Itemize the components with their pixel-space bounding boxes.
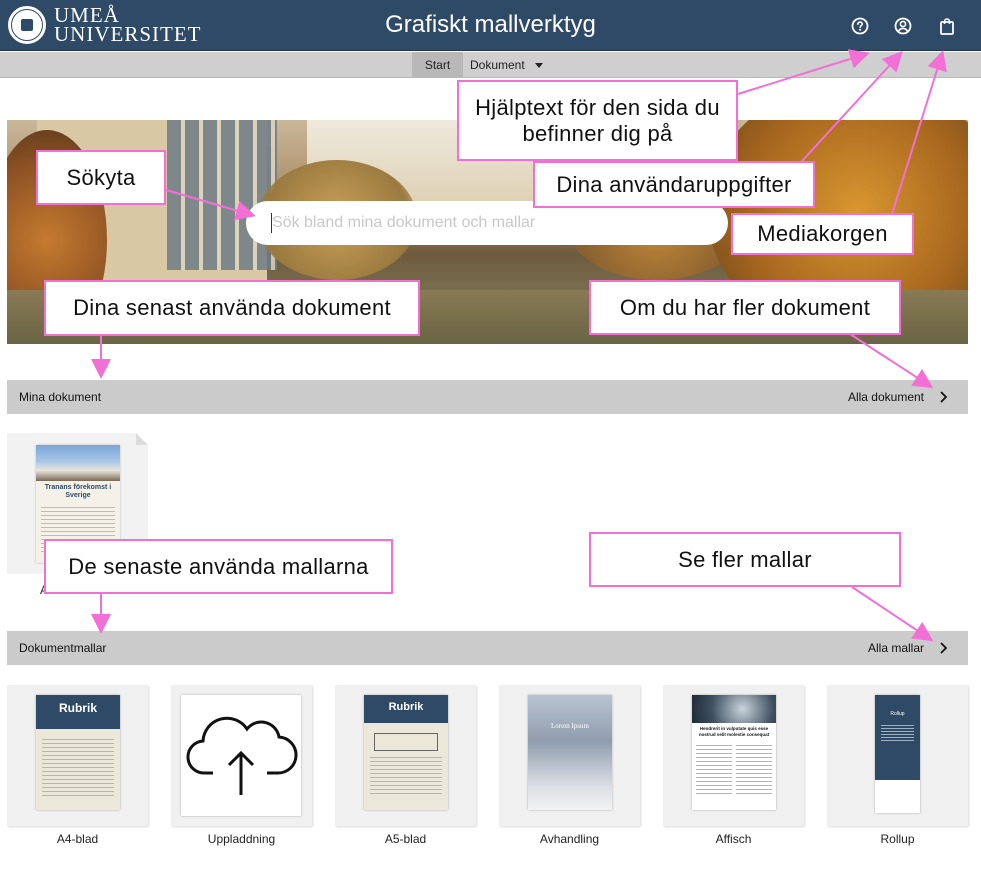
template-card-thesis[interactable]: Lorem Ipsum (499, 685, 640, 826)
template-thumb-poster: Hendrerit in vulputate quis esse nostrud… (692, 695, 776, 810)
callout-media: Mediakorgen (731, 213, 914, 255)
template-label-thesis: Avhandling (539, 832, 600, 846)
template-card-poster[interactable]: Hendrerit in vulputate quis esse nostrud… (663, 685, 804, 826)
my-documents-title: Mina dokument (19, 390, 102, 404)
template-card-rollup[interactable]: Rollup (827, 685, 968, 826)
template-card-a5[interactable]: Rubrik (335, 685, 476, 826)
thumb-heading: Rubrik (364, 695, 448, 723)
template-label-upload: Uppladdning (207, 832, 276, 846)
chevron-down-icon (534, 62, 543, 68)
templates-title: Dokumentmallar (19, 641, 107, 655)
callout-more-docs: Om du har fler dokument (589, 280, 901, 335)
template-thumb-rollup: Rollup (875, 695, 920, 813)
template-label-a4: A4-blad (56, 832, 99, 846)
cloud-upload-icon (186, 716, 298, 795)
help-icon[interactable] (850, 16, 870, 36)
thumb-heading: Lorem Ipsum (551, 722, 589, 730)
callout-user: Dina användaruppgifter (533, 161, 815, 208)
template-label-a5: A5-blad (384, 832, 427, 846)
nav-dokument-dropdown[interactable]: Dokument (470, 52, 543, 78)
thumb-heading: Hendrerit in vulputate quis esse nostrud… (698, 726, 770, 737)
user-icon[interactable] (893, 16, 913, 36)
template-thumb-a5: Rubrik (364, 695, 448, 810)
crane-photo (36, 445, 120, 481)
thumb-heading: Rubrik (36, 695, 120, 729)
callout-recent-docs: Dina senast använda dokument (44, 280, 420, 336)
chevron-right-icon[interactable] (936, 390, 950, 404)
nav-start[interactable]: Start (412, 52, 463, 78)
template-label-poster: Affisch (715, 832, 752, 846)
all-templates-link[interactable]: Alla mallar (868, 641, 924, 655)
callout-more-templates: Se fler mallar (589, 532, 901, 587)
app-header: UMEÅ UNIVERSITET Grafiskt mallverktyg (0, 0, 981, 51)
template-label-rollup: Rollup (880, 832, 915, 846)
document-thumb-title: Tranans förekomst i Sverige (44, 484, 112, 499)
template-card-upload[interactable] (171, 685, 312, 826)
callout-recent-templates: De senaste använda mallarna (44, 539, 393, 594)
callout-search: Sökyta (36, 150, 166, 205)
template-card-a4[interactable]: Rubrik (7, 685, 148, 826)
my-documents-bar: Mina dokument Alla dokument (7, 380, 968, 414)
thumb-heading: Rollup (890, 711, 905, 717)
template-thumb-a4: Rubrik (36, 695, 120, 810)
upload-thumb (181, 695, 301, 816)
app-title: Grafiskt mallverktyg (385, 11, 596, 38)
chevron-right-icon[interactable] (936, 641, 950, 655)
nav-dokument-label: Dokument (470, 58, 525, 72)
templates-bar: Dokumentmallar Alla mallar (7, 631, 968, 665)
callout-help: Hjälptext för den sida du befinner dig p… (457, 80, 738, 161)
shopping-bag-icon[interactable] (937, 16, 957, 36)
text-cursor (271, 213, 272, 233)
template-thumb-thesis: Lorem Ipsum (528, 695, 612, 810)
main-nav: Start Dokument (0, 52, 981, 78)
all-documents-link[interactable]: Alla dokument (848, 390, 924, 404)
